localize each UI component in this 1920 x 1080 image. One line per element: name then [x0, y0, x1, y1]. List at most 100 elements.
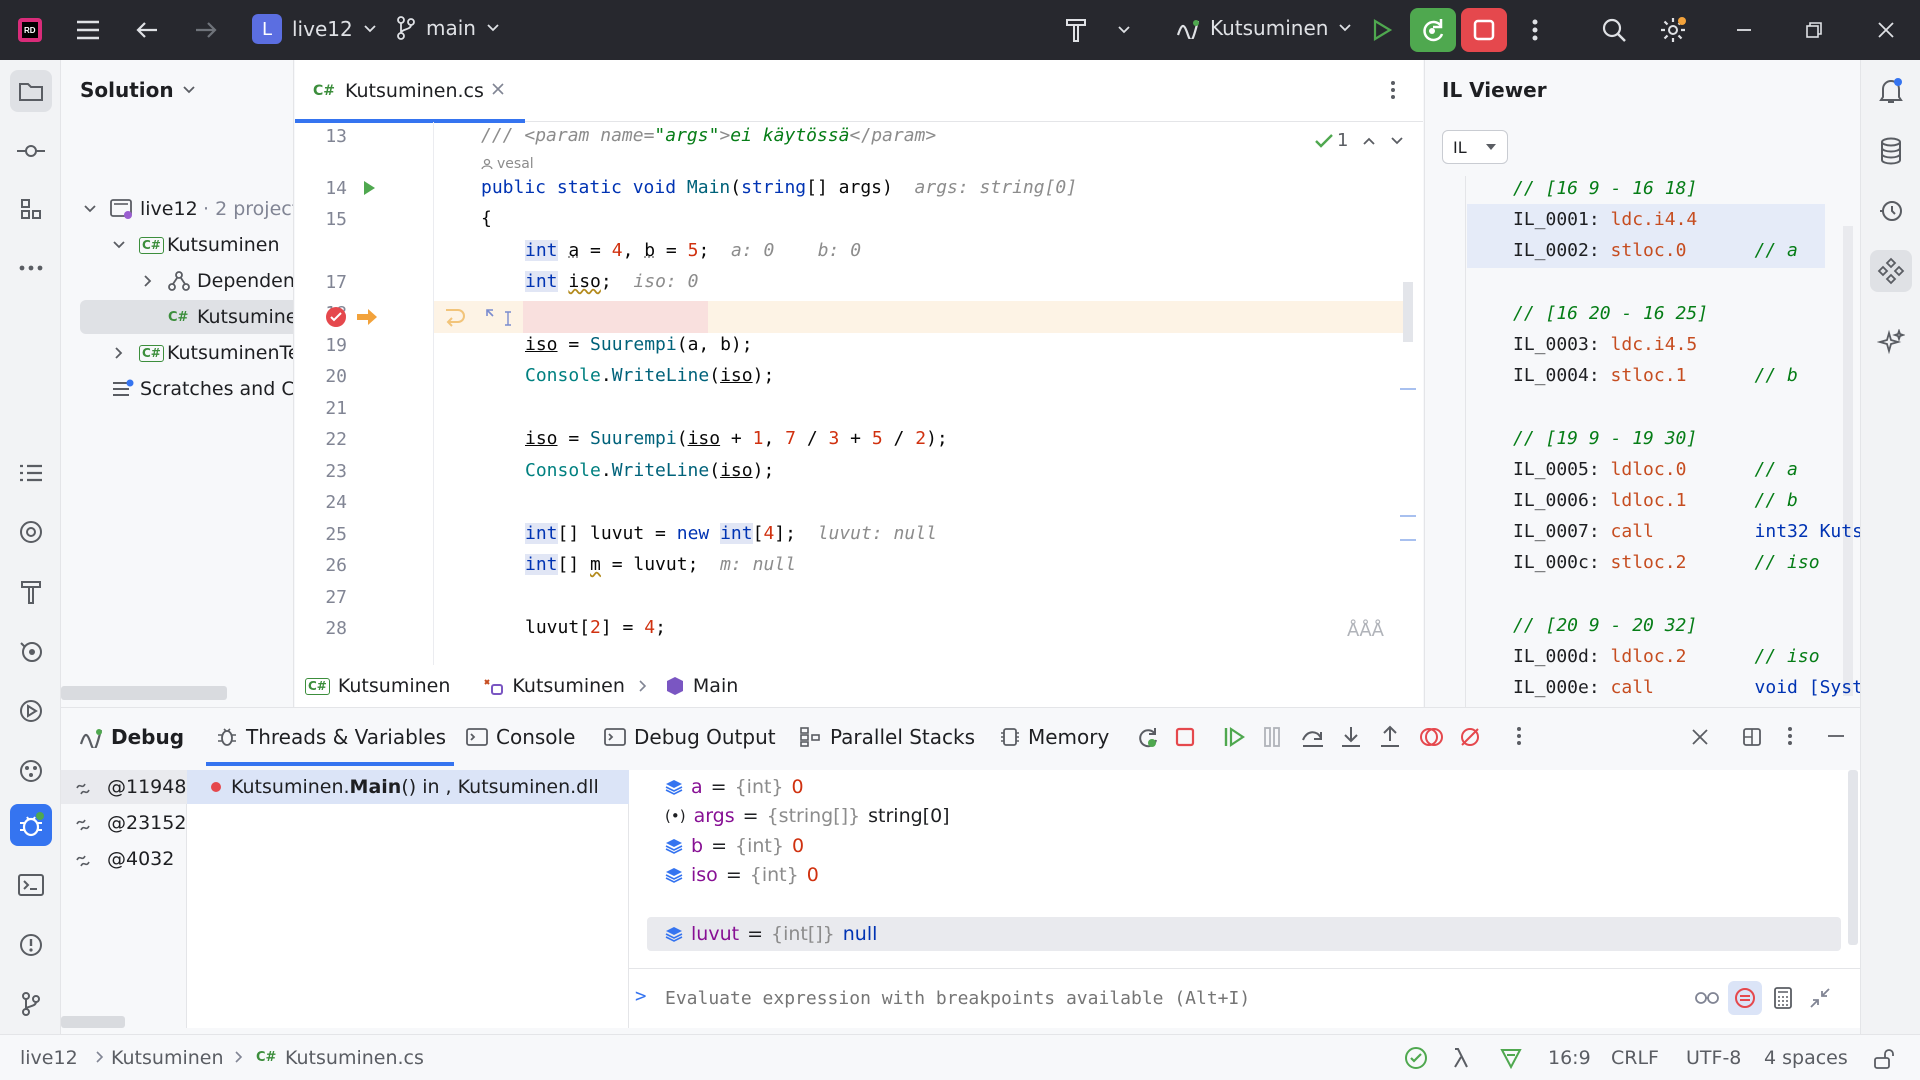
cursor-position[interactable]: 16:9 — [1548, 1047, 1591, 1069]
step-target-icon[interactable] — [443, 306, 467, 328]
ai-assistant-sparkle-icon[interactable] — [1870, 322, 1912, 364]
scroll-thumb[interactable] — [1403, 282, 1413, 342]
variable-row[interactable]: (•) args = {string[]} string[0] — [665, 799, 950, 833]
code-area[interactable]: 1 13 14 15 17 18 19 20 21 22 23 24 25 26… — [295, 122, 1423, 724]
services-icon[interactable] — [10, 511, 52, 553]
back-arrow-icon[interactable] — [131, 14, 163, 46]
more-vertical-icon[interactable] — [1390, 80, 1396, 100]
glasses-watch-icon[interactable] — [1694, 989, 1720, 1005]
breadcrumb-item[interactable]: Main — [693, 675, 738, 697]
il-viewer-icon[interactable] — [1870, 250, 1912, 292]
more-horizontal-icon[interactable] — [10, 247, 52, 289]
debug-reload-icon[interactable] — [1410, 8, 1456, 52]
resume-icon[interactable] — [1223, 726, 1245, 748]
tab-kutsuminen-cs[interactable]: C# Kutsuminen.cs — [295, 60, 525, 123]
tree-item-solution[interactable]: live12 · 2 projects — [61, 192, 293, 226]
step-out-icon[interactable] — [1379, 725, 1401, 749]
vertical-scrollbar[interactable] — [1848, 770, 1858, 945]
run-play-icon[interactable] — [1366, 14, 1398, 46]
indent-setting[interactable]: 4 spaces — [1764, 1047, 1848, 1069]
breakpoint-icon[interactable] — [325, 306, 347, 328]
variable-row[interactable]: luvut = {int[]} null — [665, 917, 877, 951]
evaluate-expression-input[interactable] — [665, 981, 1675, 1015]
horizontal-scrollbar[interactable] — [61, 1016, 125, 1028]
breadcrumb-item[interactable]: Kutsuminen — [338, 675, 451, 697]
evaluation-mode-icon[interactable] — [1728, 981, 1762, 1015]
calculator-icon[interactable] — [1773, 987, 1793, 1009]
minimize-icon[interactable] — [1728, 14, 1760, 46]
settings-gear-icon[interactable] — [1657, 14, 1689, 46]
structure-icon[interactable] — [10, 188, 52, 230]
step-over-icon[interactable] — [1301, 726, 1325, 748]
terminal-icon[interactable] — [10, 864, 52, 906]
minimize-panel-icon[interactable] — [1827, 734, 1845, 738]
close-tab-icon[interactable] — [491, 82, 505, 96]
close-icon[interactable] — [1870, 14, 1902, 46]
horizontal-scrollbar[interactable] — [61, 686, 227, 700]
author-hint[interactable]: vesal — [481, 156, 534, 172]
folder-icon[interactable] — [10, 70, 52, 112]
stop-icon[interactable] — [1461, 8, 1507, 52]
pause-icon[interactable] — [1263, 726, 1281, 748]
tree-item-file-selected[interactable]: C# Kutsuminen.cs — [80, 300, 293, 334]
lock-icon[interactable] — [1872, 1048, 1894, 1070]
status-path-item[interactable]: live12 — [20, 1047, 78, 1069]
close-icon[interactable] — [1691, 728, 1709, 746]
thread-row[interactable]: @4032 — [75, 848, 174, 870]
tab-console[interactable]: Console — [466, 708, 575, 766]
view-breakpoints-icon[interactable] — [1419, 726, 1443, 748]
variable-row[interactable]: iso = {int} 0 — [665, 858, 819, 892]
tree-item-project[interactable]: C# Kutsuminen — [61, 228, 293, 262]
unit-tests-icon[interactable] — [10, 630, 52, 672]
file-encoding[interactable]: UTF-8 — [1686, 1047, 1741, 1069]
rerun-icon[interactable] — [1135, 725, 1159, 749]
line-ending[interactable]: CRLF — [1611, 1047, 1659, 1069]
run-icon[interactable] — [10, 690, 52, 732]
status-path-item[interactable]: Kutsuminen.cs — [285, 1047, 424, 1069]
reader-mode-icon[interactable]: ÅÅÅ — [1347, 620, 1384, 641]
breadcrumb-item[interactable]: Kutsuminen — [512, 675, 625, 697]
todo-list-icon[interactable] — [10, 452, 52, 494]
tab-threads-variables[interactable]: Threads & Variables — [206, 708, 454, 766]
vertical-scrollbar[interactable] — [1843, 226, 1853, 696]
tab-memory[interactable]: Memory — [1000, 708, 1109, 766]
debug-bug-icon[interactable] — [10, 804, 52, 846]
chevron-down-icon[interactable] — [1390, 136, 1404, 146]
inspections-ok-icon[interactable] — [1404, 1046, 1428, 1070]
frame-row-selected[interactable]: Kutsuminen. Main() in , Kutsuminen.dll — [187, 770, 629, 804]
tree-item-dependencies[interactable]: Dependencies — [61, 264, 293, 298]
database-icon[interactable] — [1870, 130, 1912, 172]
vcs-status-icon[interactable] — [1500, 1047, 1522, 1069]
tree-item-scratches[interactable]: Scratches and Consoles — [61, 372, 293, 406]
tab-debug[interactable]: Debug — [79, 708, 184, 766]
thread-row[interactable]: @23152 — [75, 812, 186, 834]
solution-title-dropdown[interactable]: Solution — [80, 78, 196, 102]
il-mode-select[interactable]: IL — [1442, 130, 1508, 164]
tab-debug-output[interactable]: Debug Output — [604, 708, 776, 766]
tree-item-tests-project[interactable]: C# KutsuminenTests — [61, 336, 293, 370]
build-hammer-icon[interactable] — [10, 571, 52, 613]
inspection-widget[interactable]: 1 — [1315, 130, 1404, 151]
branch-selector[interactable]: main — [396, 16, 500, 40]
run-config-selector[interactable]: Kutsuminen — [1176, 16, 1352, 40]
git-icon[interactable] — [10, 983, 52, 1025]
stop-icon[interactable] — [1175, 727, 1195, 747]
problems-icon[interactable] — [10, 924, 52, 966]
tab-parallel-stacks[interactable]: Parallel Stacks — [800, 708, 975, 766]
build-hammer-icon[interactable] — [1060, 14, 1092, 46]
main-menu-icon[interactable] — [72, 14, 104, 46]
chevron-up-icon[interactable] — [1362, 136, 1376, 146]
lambda-icon[interactable] — [1452, 1047, 1470, 1069]
nuget-icon[interactable] — [10, 750, 52, 792]
mute-breakpoints-icon[interactable] — [1459, 726, 1481, 748]
thread-row[interactable]: @11948 — [75, 776, 186, 798]
more-vertical-icon[interactable] — [1519, 14, 1551, 46]
more-vertical-icon[interactable] — [1516, 726, 1522, 746]
search-icon[interactable] — [1598, 14, 1630, 46]
status-path-item[interactable]: Kutsuminen — [111, 1047, 224, 1069]
step-into-icon[interactable] — [1340, 725, 1362, 749]
project-selector[interactable]: L live12 — [252, 14, 377, 44]
commit-icon[interactable] — [10, 130, 52, 172]
notifications-bell-icon[interactable] — [1870, 70, 1912, 112]
build-dropdown-chevron-icon[interactable] — [1108, 14, 1140, 46]
